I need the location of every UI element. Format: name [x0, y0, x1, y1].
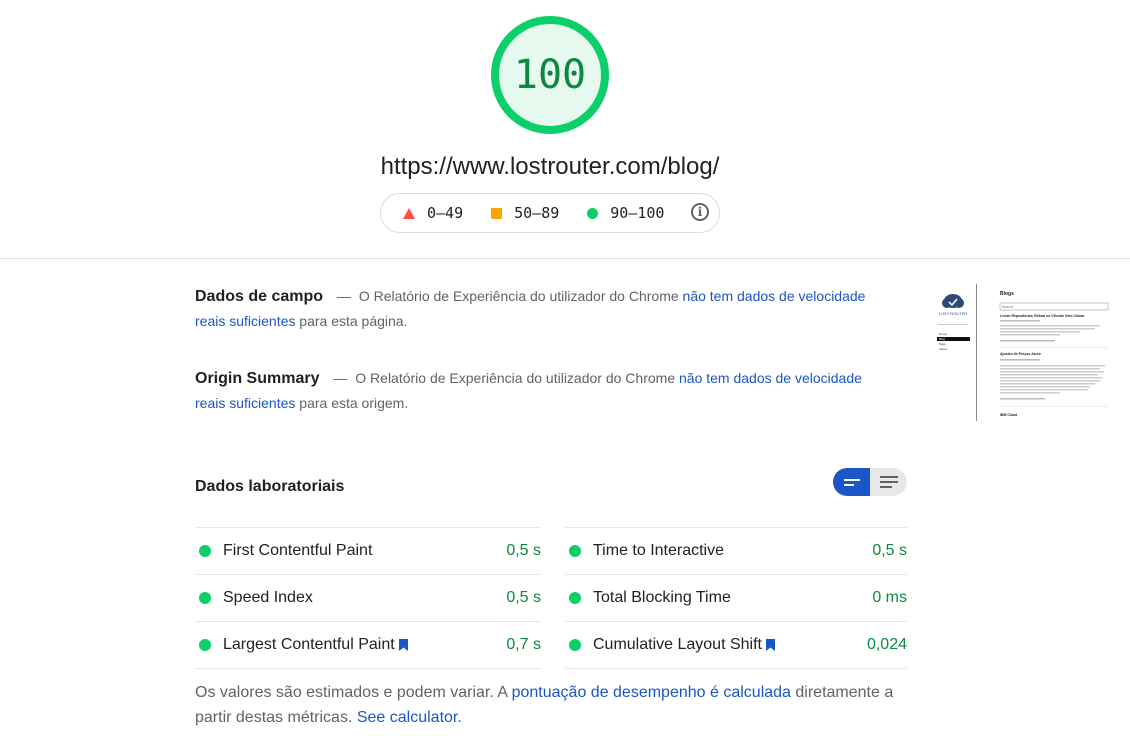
svg-text:Search: Search — [1002, 305, 1013, 309]
svg-text:Lendo Repositórios Github no V: Lendo Repositórios Github no VScode Sem … — [1000, 314, 1085, 318]
thumb-heading: Blogs — [1000, 291, 1014, 297]
bookmark-icon — [398, 639, 408, 651]
metric-value: 0,024 — [866, 636, 907, 653]
pass-circle-icon — [199, 545, 211, 557]
metric-row: Cumulative Layout Shift 0,024 — [565, 621, 907, 668]
section-divider — [0, 258, 1130, 259]
expanded-view-button[interactable] — [870, 468, 907, 496]
legend-fail: 0–49 — [403, 204, 463, 222]
metric-name: First Contentful Paint — [223, 542, 373, 559]
svg-text:Tags: Tags — [939, 342, 946, 346]
pass-circle-icon — [199, 639, 211, 651]
score-calculation-link[interactable]: pontuação de desempenho é calculada — [512, 684, 791, 701]
metric-name: Cumulative Layout Shift — [593, 636, 775, 654]
svg-text:About: About — [939, 347, 947, 351]
thumbnail-graphic: LOST ROUTER Home Blog Tags About Blogs S… — [933, 284, 1128, 421]
lab-data-title: Dados laboratoriais — [195, 478, 345, 495]
circle-icon — [587, 207, 599, 219]
field-data-section: Dados de campo — O Relatório de Experiên… — [195, 288, 866, 329]
pass-circle-icon — [199, 592, 211, 604]
view-toggle[interactable] — [833, 468, 907, 496]
metric-value: 0 ms — [872, 589, 907, 606]
metric-row: First Contentful Paint 0,5 s — [195, 527, 541, 574]
metrics-note: Os valores são estimados e podem variar.… — [195, 684, 894, 726]
field-data-title: Dados de campo — [195, 288, 324, 305]
bookmark-icon — [765, 639, 775, 651]
legend-pass: 90–100 — [587, 204, 664, 222]
metric-name: Largest Contentful Paint — [223, 636, 408, 654]
pass-circle-icon — [569, 592, 581, 604]
page-screenshot-thumbnail: LOST ROUTER Home Blog Tags About Blogs S… — [933, 284, 1128, 421]
metrics-left-border — [195, 668, 541, 669]
triangle-icon — [403, 207, 415, 219]
legend-average: 50–89 — [491, 204, 559, 222]
svg-text:IBM Cloud: IBM Cloud — [1000, 413, 1017, 417]
metric-name: Total Blocking Time — [593, 589, 731, 606]
metric-row: Total Blocking Time 0 ms — [565, 574, 907, 621]
svg-text:Ajustes de Preços Azure: Ajustes de Preços Azure — [1000, 352, 1041, 356]
metric-value: 0,5 s — [506, 589, 541, 606]
performance-score: 100 — [513, 52, 587, 98]
pass-circle-icon — [569, 545, 581, 557]
metric-row: Time to Interactive 0,5 s — [565, 527, 907, 574]
metric-row: Speed Index 0,5 s — [195, 574, 541, 621]
thumb-logo: LOST ROUTER — [939, 311, 967, 316]
metric-name: Time to Interactive — [593, 542, 725, 559]
metric-name: Speed Index — [223, 589, 313, 606]
info-icon[interactable]: i — [691, 203, 709, 221]
origin-summary-title: Origin Summary — [195, 370, 320, 387]
score-legend: 0–49 50–89 90–100 — [380, 193, 720, 233]
see-calculator-link[interactable]: See calculator. — [357, 709, 462, 726]
svg-text:Home: Home — [939, 332, 947, 336]
metric-value: 0,5 s — [872, 542, 907, 559]
origin-summary-section: Origin Summary — O Relatório de Experiên… — [195, 370, 862, 411]
metric-value: 0,7 s — [506, 636, 541, 653]
metric-row: Largest Contentful Paint 0,7 s — [195, 621, 541, 668]
svg-text:Blog: Blog — [939, 337, 945, 341]
compact-view-button[interactable] — [833, 468, 870, 496]
square-icon — [491, 207, 503, 219]
pass-circle-icon — [569, 639, 581, 651]
tested-url: https://www.lostrouter.com/blog/ — [380, 153, 720, 180]
metrics-right-border — [565, 668, 907, 669]
metric-value: 0,5 s — [506, 542, 541, 559]
